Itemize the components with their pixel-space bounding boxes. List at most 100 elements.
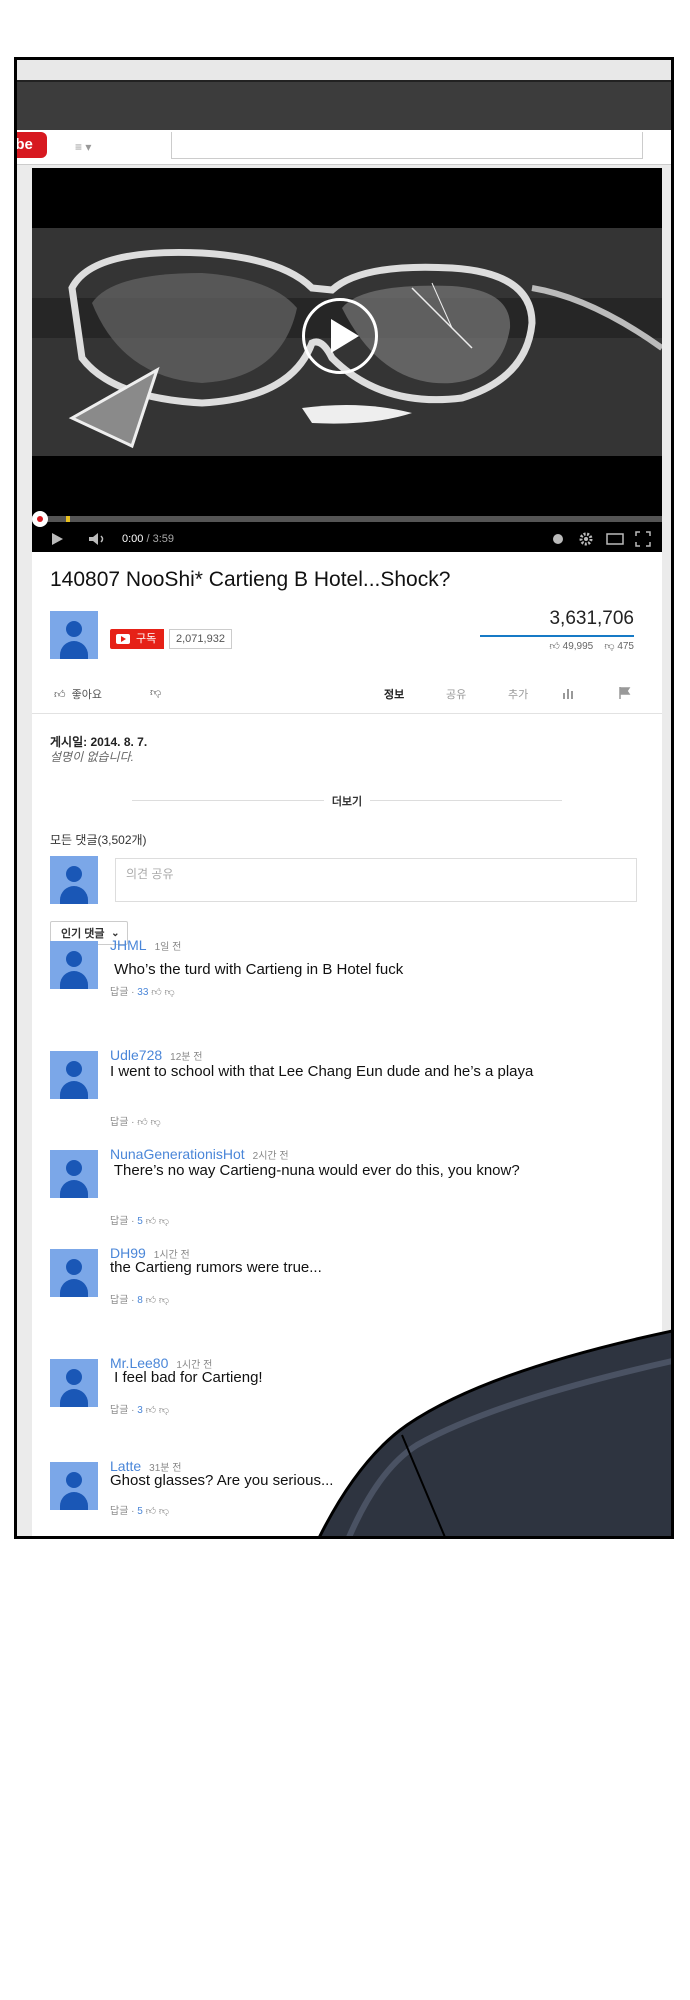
thumbs-down-icon[interactable]: 👎︎ (151, 1117, 161, 1128)
reply-button[interactable]: 답글 (110, 1216, 128, 1227)
like-dislike-counts: 👍︎ 49,995 👎︎ 475 (549, 640, 634, 652)
progress-scrubber[interactable] (32, 511, 48, 527)
play-small-icon[interactable] (50, 532, 64, 546)
comment-actions: 답글 · 3 👍︎ 👎︎ (110, 1401, 169, 1416)
comment-header: Udle728 12분 전 (110, 1047, 202, 1063)
comment-actions: 답글 · 👍︎ 👎︎ (110, 1113, 161, 1128)
player-controls: 0:00 / 3:59 (32, 526, 662, 552)
comment-input[interactable]: 의견 공유 (115, 858, 637, 902)
separator-dot: · (128, 1506, 138, 1517)
separator-dot: · (128, 1405, 138, 1416)
comment-time: 2시간 전 (252, 1151, 289, 1162)
thumbs-up-icon[interactable]: 👍︎ (143, 1506, 159, 1517)
commenter-avatar[interactable] (50, 941, 98, 989)
sort-label: 인기 댓글 (61, 928, 105, 940)
thumbs-down-icon[interactable]: 👎︎ (159, 1506, 169, 1517)
logo-text: uTube (17, 136, 33, 153)
tab-share[interactable]: 공유 (446, 686, 466, 702)
tab-add[interactable]: 추가 (508, 686, 528, 702)
comment-author[interactable]: JHML (110, 937, 147, 953)
like-dislike-bar (480, 635, 634, 637)
thumbs-down-icon: 👎︎ (150, 687, 162, 699)
like-count: 49,995 (562, 641, 594, 652)
dislike-count-icon: 👎︎ (604, 641, 615, 652)
video-title: 140807 NooShi* Cartieng B Hotel...Shock? (50, 568, 451, 591)
thumbs-up-icon[interactable]: 👍︎ (137, 1117, 150, 1128)
separator-dot: · (128, 1117, 138, 1128)
site-logo[interactable]: uTube (17, 132, 47, 158)
commenter-avatar[interactable] (50, 1051, 98, 1099)
thumbs-down-icon[interactable]: 👎︎ (159, 1295, 169, 1306)
comment-header: JHML 1일 전 (110, 937, 181, 953)
action-bar: 👍︎ 좋아요 👎︎ 정보 공유 추가 (32, 678, 662, 708)
reply-button[interactable]: 답글 (110, 1405, 128, 1416)
annotations-icon[interactable] (552, 533, 564, 545)
comment-time: 12분 전 (170, 1052, 203, 1063)
thumbs-up-icon[interactable]: 👍︎ (143, 1405, 159, 1416)
play-icon (331, 319, 359, 353)
subscriber-count: 2,071,932 (169, 629, 232, 649)
time-current: 0:00 (122, 533, 144, 545)
thumbs-down-icon[interactable]: 👎︎ (164, 987, 174, 998)
reply-button[interactable]: 답글 (110, 1295, 128, 1306)
comment-text: Who’s the turd with Cartieng in B Hotel … (110, 961, 404, 978)
separator-dot: · (128, 1295, 138, 1306)
thumbs-up-icon[interactable]: 👍︎ (143, 1295, 159, 1306)
subscribe-button[interactable]: 구독 (110, 629, 165, 649)
comment-author[interactable]: Udle728 (110, 1047, 162, 1063)
video-player[interactable]: 0:00 / 3:59 (32, 168, 662, 552)
comment-actions: 답글 · 5 👍︎ 👎︎ (110, 1502, 169, 1517)
fullscreen-icon[interactable] (635, 531, 651, 547)
comment-author[interactable]: NunaGenerationisHot (110, 1146, 245, 1162)
comic-panel: uTube ≡ ▾ (14, 57, 674, 1539)
like-button[interactable]: 👍︎ 좋아요 (54, 686, 102, 702)
search-input[interactable] (171, 132, 643, 159)
show-more-button[interactable]: 더보기 (323, 796, 371, 808)
like-count-icon: 👍︎ (549, 641, 560, 652)
theater-mode-icon[interactable] (606, 533, 624, 545)
guide-menu-button[interactable]: ≡ ▾ (75, 140, 91, 154)
stats-icon[interactable] (562, 686, 576, 700)
buffer-indicator (66, 516, 70, 522)
comment-text: I went to school with that Lee Chang Eun… (110, 1063, 534, 1080)
reply-button[interactable]: 답글 (110, 1117, 128, 1128)
comment-header: NunaGenerationisHot 2시간 전 (110, 1146, 289, 1162)
commenter-avatar[interactable] (50, 1150, 98, 1198)
reply-button[interactable]: 답글 (110, 1506, 128, 1517)
channel-avatar[interactable] (50, 611, 98, 659)
progress-bar[interactable] (32, 516, 662, 522)
browser-toolbar (17, 82, 671, 134)
flag-icon[interactable] (618, 686, 632, 700)
thumbs-up-icon[interactable]: 👍︎ (143, 1216, 159, 1227)
thumbs-down-icon[interactable]: 👎︎ (159, 1216, 169, 1227)
volume-icon[interactable] (88, 532, 108, 546)
comment-text: There’s no way Cartieng-nuna would ever … (110, 1162, 520, 1179)
commenter-avatar[interactable] (50, 1462, 98, 1510)
comment-text: I feel bad for Cartieng! (110, 1369, 263, 1386)
comment-text: Ghost glasses? Are you serious... (110, 1472, 334, 1489)
reply-button[interactable]: 답글 (110, 987, 128, 998)
comment-actions: 답글 · 33 👍︎ 👎︎ (110, 983, 175, 998)
separator-dot: · (128, 1216, 138, 1227)
comment-text: the Cartieng rumors were true... (110, 1259, 322, 1276)
thumbs-down-icon[interactable]: 👎︎ (159, 1405, 169, 1416)
gear-icon[interactable] (578, 531, 594, 547)
commenter-avatar[interactable] (50, 1249, 98, 1297)
comment-like-count: 33 (137, 987, 149, 998)
thumbs-up-icon: 👍︎ (54, 689, 66, 701)
show-more-row: 더보기 (32, 792, 662, 810)
view-count: 3,631,706 (549, 608, 634, 629)
time-display: 0:00 / 3:59 (122, 533, 174, 545)
tab-info[interactable]: 정보 (384, 686, 404, 702)
like-label: 좋아요 (71, 689, 102, 701)
commenter-avatar[interactable] (50, 1359, 98, 1407)
thumbs-up-icon[interactable]: 👍︎ (148, 987, 164, 998)
comment-time: 1일 전 (154, 942, 182, 953)
play-button[interactable] (302, 298, 378, 374)
description-text: 설명이 없습니다. (50, 750, 134, 764)
time-duration: 3:59 (152, 533, 175, 545)
dislike-button[interactable]: 👎︎ (150, 686, 161, 699)
divider (32, 713, 662, 714)
watch-page: 0:00 / 3:59 140807 NooShi* Cartieng B Ho… (32, 168, 662, 1536)
comments-header: 모든 댓글(3,502개) (50, 833, 147, 847)
